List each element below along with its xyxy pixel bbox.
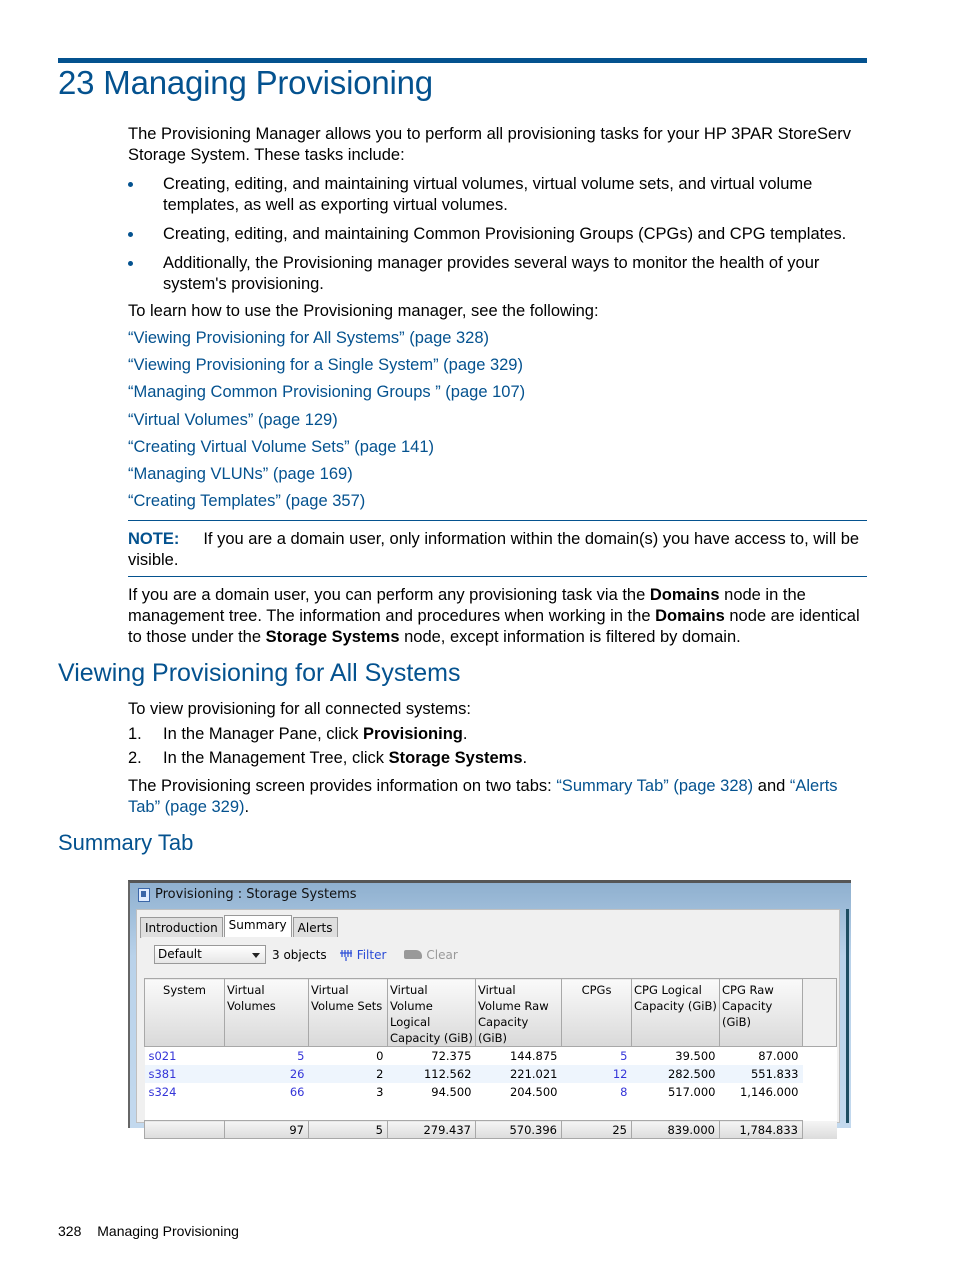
bullet-icon: [128, 182, 133, 187]
clear-button[interactable]: Clear: [404, 948, 458, 962]
xref-link[interactable]: “Creating Templates” (page 357): [128, 492, 365, 510]
column-header[interactable]: CPGs: [561, 978, 632, 1047]
page-number: 328: [58, 1223, 82, 1239]
running-title: Managing Provisioning: [97, 1223, 239, 1239]
toolbar: Default 3 objects Filter Clear: [154, 945, 458, 964]
list-item: Creating, editing, and maintaining Commo…: [128, 224, 868, 245]
column-header[interactable]: Virtual Volume Logical Capacity (GiB): [387, 978, 476, 1047]
summary-tab-link[interactable]: “Summary Tab” (page 328): [556, 777, 753, 795]
provisioning-window-screenshot: Provisioning : Storage Systems Introduct…: [128, 880, 851, 1139]
steps-list: 1. In the Manager Pane, click Provisionin…: [128, 724, 527, 772]
list-item: Additionally, the Provisioning manager p…: [128, 253, 868, 295]
xref-link[interactable]: “Viewing Provisioning for All Systems” (…: [128, 329, 489, 347]
column-header[interactable]: CPG Logical Capacity (GiB): [631, 978, 720, 1047]
step-item: 1. In the Manager Pane, click Provisionin…: [128, 725, 468, 743]
filter-select[interactable]: Default: [154, 945, 266, 964]
column-header[interactable]: Virtual Volume Raw Capacity (GiB): [475, 978, 562, 1047]
object-count: 3 objects: [272, 947, 327, 962]
bullet-icon: [128, 261, 133, 266]
column-header-filler: [802, 978, 837, 1047]
table-row[interactable]: s324 66 3 94.500 204.500 8 517.000 1,146…: [145, 1083, 837, 1101]
column-header[interactable]: System: [144, 978, 225, 1047]
tab-summary[interactable]: Summary: [223, 915, 292, 939]
see-also-links: “Viewing Provisioning for All Systems” (…: [128, 328, 525, 518]
tabs-paragraph: The Provisioning screen provides informa…: [128, 777, 838, 816]
summary-content: Default 3 objects Filter Clear System Vi…: [142, 937, 838, 1139]
section-heading: Viewing Provisioning for All Systems: [58, 659, 461, 687]
chapter-rule: [58, 58, 867, 63]
column-header[interactable]: Virtual Volume Sets: [308, 978, 388, 1047]
step-item: 2. In the Management Tree, click Storage …: [128, 749, 528, 767]
bullet-icon: [128, 232, 133, 237]
eraser-icon: [404, 950, 423, 959]
task-list: Creating, editing, and maintaining virtu…: [128, 174, 868, 303]
xref-link[interactable]: “Managing Common Provisioning Groups ” (…: [128, 383, 525, 401]
summary-table: System Virtual Volumes Virtual Volume Se…: [144, 978, 837, 1139]
subsection-heading: Summary Tab: [58, 830, 194, 855]
table-header-row: System Virtual Volumes Virtual Volume Se…: [144, 978, 837, 1047]
domain-paragraph: If you are a domain user, you can perfor…: [128, 586, 860, 646]
page-footer: 328 Managing Provisioning: [58, 1223, 239, 1239]
list-item: Creating, editing, and maintaining virtu…: [128, 174, 868, 216]
intro-paragraph: The Provisioning Manager allows you to p…: [128, 125, 851, 164]
chevron-down-icon: [252, 953, 260, 958]
totals-row: 97 5 279.437 570.396 25 839.000 1,784.83…: [144, 1120, 837, 1139]
table-row[interactable]: s381 26 2 112.562 221.021 12 282.500 551…: [144, 1065, 837, 1083]
xref-link[interactable]: “Managing VLUNs” (page 169): [128, 465, 353, 483]
xref-link[interactable]: “Viewing Provisioning for a Single Syste…: [128, 356, 523, 374]
window-border: [846, 909, 849, 1123]
tab-introduction[interactable]: Introduction: [140, 917, 223, 938]
note-text: If you are a domain user, only informati…: [128, 530, 860, 569]
column-header[interactable]: Virtual Volumes: [224, 978, 309, 1047]
note-box: NOTE: If you are a domain user, only info…: [128, 520, 867, 577]
note-label: NOTE:: [128, 530, 180, 548]
table-row[interactable]: s021 5 0 72.375 144.875 5 39.500 87.000: [145, 1047, 837, 1066]
xref-link[interactable]: “Creating Virtual Volume Sets” (page 141…: [128, 438, 434, 456]
section-intro: To view provisioning for all connected s…: [128, 700, 471, 718]
chapter-title: 23 Managing Provisioning: [58, 64, 433, 101]
filter-button[interactable]: Filter: [339, 948, 386, 962]
column-header[interactable]: CPG Raw Capacity (GiB): [719, 978, 803, 1047]
learn-paragraph: To learn how to use the Provisioning man…: [128, 302, 599, 320]
xref-link[interactable]: “Virtual Volumes” (page 129): [128, 411, 338, 429]
table-spacer: [145, 1101, 837, 1121]
filter-icon: [339, 949, 352, 961]
tab-alerts[interactable]: Alerts: [292, 917, 338, 938]
provisioning-icon: [138, 887, 150, 902]
window-title: Provisioning : Storage Systems: [138, 887, 357, 902]
tab-bar: Introduction Summary Alerts: [140, 914, 339, 939]
